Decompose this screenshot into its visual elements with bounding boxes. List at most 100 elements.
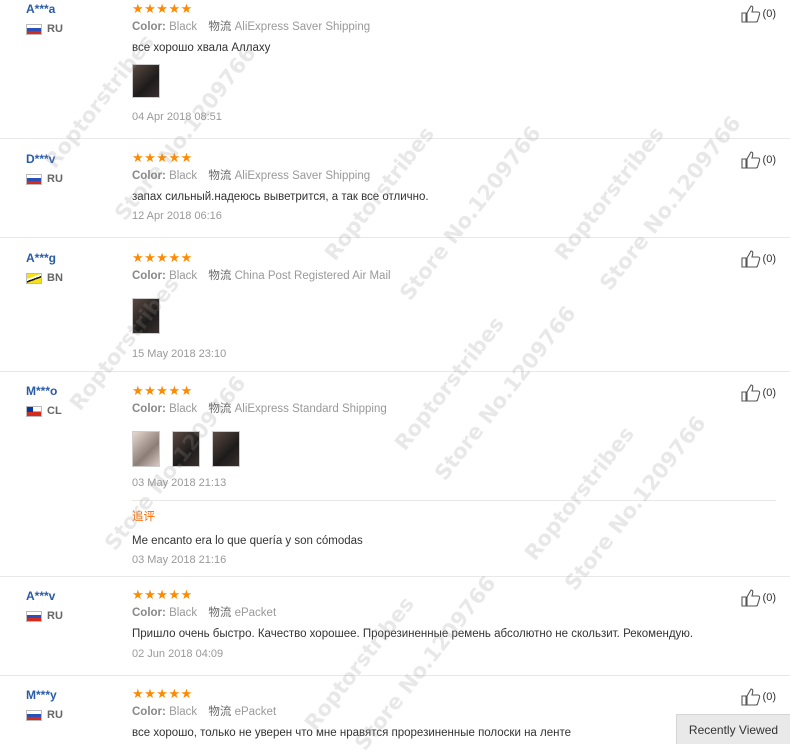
- reviewer-info: A***a RU: [26, 1, 116, 35]
- color-value: Black: [169, 170, 198, 182]
- color-value: Black: [169, 403, 198, 415]
- reviewer-name[interactable]: A***v: [26, 588, 116, 604]
- review-date: 02 Jun 2018 04:09: [132, 648, 224, 660]
- recently-viewed-tab[interactable]: Recently Viewed: [676, 714, 790, 744]
- shipping-method: AliExpress Standard Shipping: [234, 403, 387, 415]
- thumbs-up-icon: [740, 384, 760, 402]
- color-label: Color:: [132, 706, 166, 718]
- country-code: RU: [47, 173, 63, 185]
- review-meta: Color: Black 物流 AliExpress Saver Shippin…: [132, 169, 722, 183]
- reviewer-name[interactable]: A***g: [26, 250, 116, 266]
- review-photos: [132, 431, 722, 467]
- helpful-button[interactable]: (0): [740, 384, 776, 402]
- country: RU: [26, 23, 116, 35]
- helpful-count: (0): [762, 691, 776, 703]
- reviewer-info: M***y RU: [26, 687, 116, 721]
- review-date: 04 Apr 2018 08:51: [132, 111, 222, 123]
- review-text: Пришло очень быстро. Качество хорошее. П…: [132, 628, 694, 640]
- shipping-method: AliExpress Saver Shipping: [234, 21, 371, 33]
- review-item: M***o CL ★★★★★ Color: Black 物流 AliExpres…: [0, 372, 790, 577]
- review-meta: Color: Black 物流 ePacket: [132, 705, 722, 719]
- flag-icon: [26, 23, 42, 35]
- color-value: Black: [169, 21, 198, 33]
- review-item: A***a RU ★★★★★ Color: Black 物流 AliExpres…: [0, 0, 790, 139]
- review-text: все хорошо хвала Аллаху: [132, 42, 271, 54]
- country: CL: [26, 405, 116, 417]
- reviewer-name[interactable]: D***v: [26, 151, 116, 167]
- flag-icon: [26, 173, 42, 185]
- review-photos: [132, 64, 722, 98]
- flag-icon: [26, 405, 42, 417]
- helpful-button[interactable]: (0): [740, 688, 776, 706]
- followup-date: 03 May 2018 21:16: [132, 554, 227, 566]
- review-item: A***v RU ★★★★★ Color: Black 物流 ePacket П…: [0, 577, 790, 676]
- helpful-button[interactable]: (0): [740, 5, 776, 23]
- shipping-method: AliExpress Saver Shipping: [234, 170, 371, 182]
- review-text: все хорошо, только не уверен что мне нра…: [132, 727, 572, 739]
- shipping-method: ePacket: [234, 607, 277, 619]
- flag-icon: [26, 272, 42, 284]
- country-code: BN: [47, 272, 63, 284]
- helpful-count: (0): [762, 8, 776, 20]
- helpful-button[interactable]: (0): [740, 250, 776, 268]
- star-rating: ★★★★★: [132, 686, 193, 701]
- country-code: RU: [47, 23, 63, 35]
- followup-label: 追评: [132, 511, 155, 523]
- review-text: запах сильный.надеюсь выветрится, а так …: [132, 191, 429, 203]
- review-date: 15 May 2018 23:10: [132, 348, 227, 360]
- country: RU: [26, 610, 116, 622]
- thumbs-up-icon: [740, 5, 760, 23]
- star-rating: ★★★★★: [132, 250, 193, 265]
- star-rating: ★★★★★: [132, 150, 193, 165]
- review-photo[interactable]: [132, 431, 160, 467]
- reviewer-info: A***v RU: [26, 588, 116, 622]
- country: BN: [26, 272, 116, 284]
- country-code: RU: [47, 709, 63, 721]
- followup-review: 追评 Me encanto era lo que quería y son có…: [132, 510, 722, 567]
- helpful-count: (0): [762, 154, 776, 166]
- reviewer-name[interactable]: A***a: [26, 1, 116, 17]
- thumbs-up-icon: [740, 151, 760, 169]
- recently-viewed-label: Recently Viewed: [688, 722, 779, 737]
- color-label: Color:: [132, 607, 166, 619]
- reviewer-info: A***g BN: [26, 250, 116, 284]
- shipping-icon: 物流: [208, 403, 232, 415]
- helpful-count: (0): [762, 387, 776, 399]
- helpful-button[interactable]: (0): [740, 151, 776, 169]
- review-photo[interactable]: [132, 64, 160, 98]
- star-rating: ★★★★★: [132, 587, 193, 602]
- shipping-icon: 物流: [208, 21, 232, 33]
- thumbs-up-icon: [740, 589, 760, 607]
- helpful-count: (0): [762, 592, 776, 604]
- color-value: Black: [169, 270, 198, 282]
- review-photo[interactable]: [212, 431, 240, 467]
- review-meta: Color: Black 物流 China Post Registered Ai…: [132, 269, 722, 283]
- color-label: Color:: [132, 170, 166, 182]
- review-meta: Color: Black 物流 AliExpress Saver Shippin…: [132, 20, 722, 34]
- shipping-icon: 物流: [208, 270, 232, 282]
- color-label: Color:: [132, 270, 166, 282]
- country-code: RU: [47, 610, 63, 622]
- star-rating: ★★★★★: [132, 1, 193, 16]
- thumbs-up-icon: [740, 688, 760, 706]
- country: RU: [26, 709, 116, 721]
- review-photo[interactable]: [132, 298, 160, 334]
- color-value: Black: [169, 607, 198, 619]
- color-label: Color:: [132, 21, 166, 33]
- review-photos: [132, 298, 722, 334]
- thumbs-up-icon: [740, 250, 760, 268]
- color-label: Color:: [132, 403, 166, 415]
- country-code: CL: [47, 405, 62, 417]
- shipping-icon: 物流: [208, 170, 232, 182]
- shipping-icon: 物流: [208, 607, 232, 619]
- country: RU: [26, 173, 116, 185]
- star-rating: ★★★★★: [132, 383, 193, 398]
- review-meta: Color: Black 物流 ePacket: [132, 606, 722, 620]
- shipping-method: China Post Registered Air Mail: [234, 270, 391, 282]
- followup-divider: [132, 500, 776, 501]
- review-photo[interactable]: [172, 431, 200, 467]
- reviewer-info: D***v RU: [26, 151, 116, 185]
- reviewer-name[interactable]: M***y: [26, 687, 116, 703]
- helpful-button[interactable]: (0): [740, 589, 776, 607]
- reviewer-name[interactable]: M***o: [26, 383, 116, 399]
